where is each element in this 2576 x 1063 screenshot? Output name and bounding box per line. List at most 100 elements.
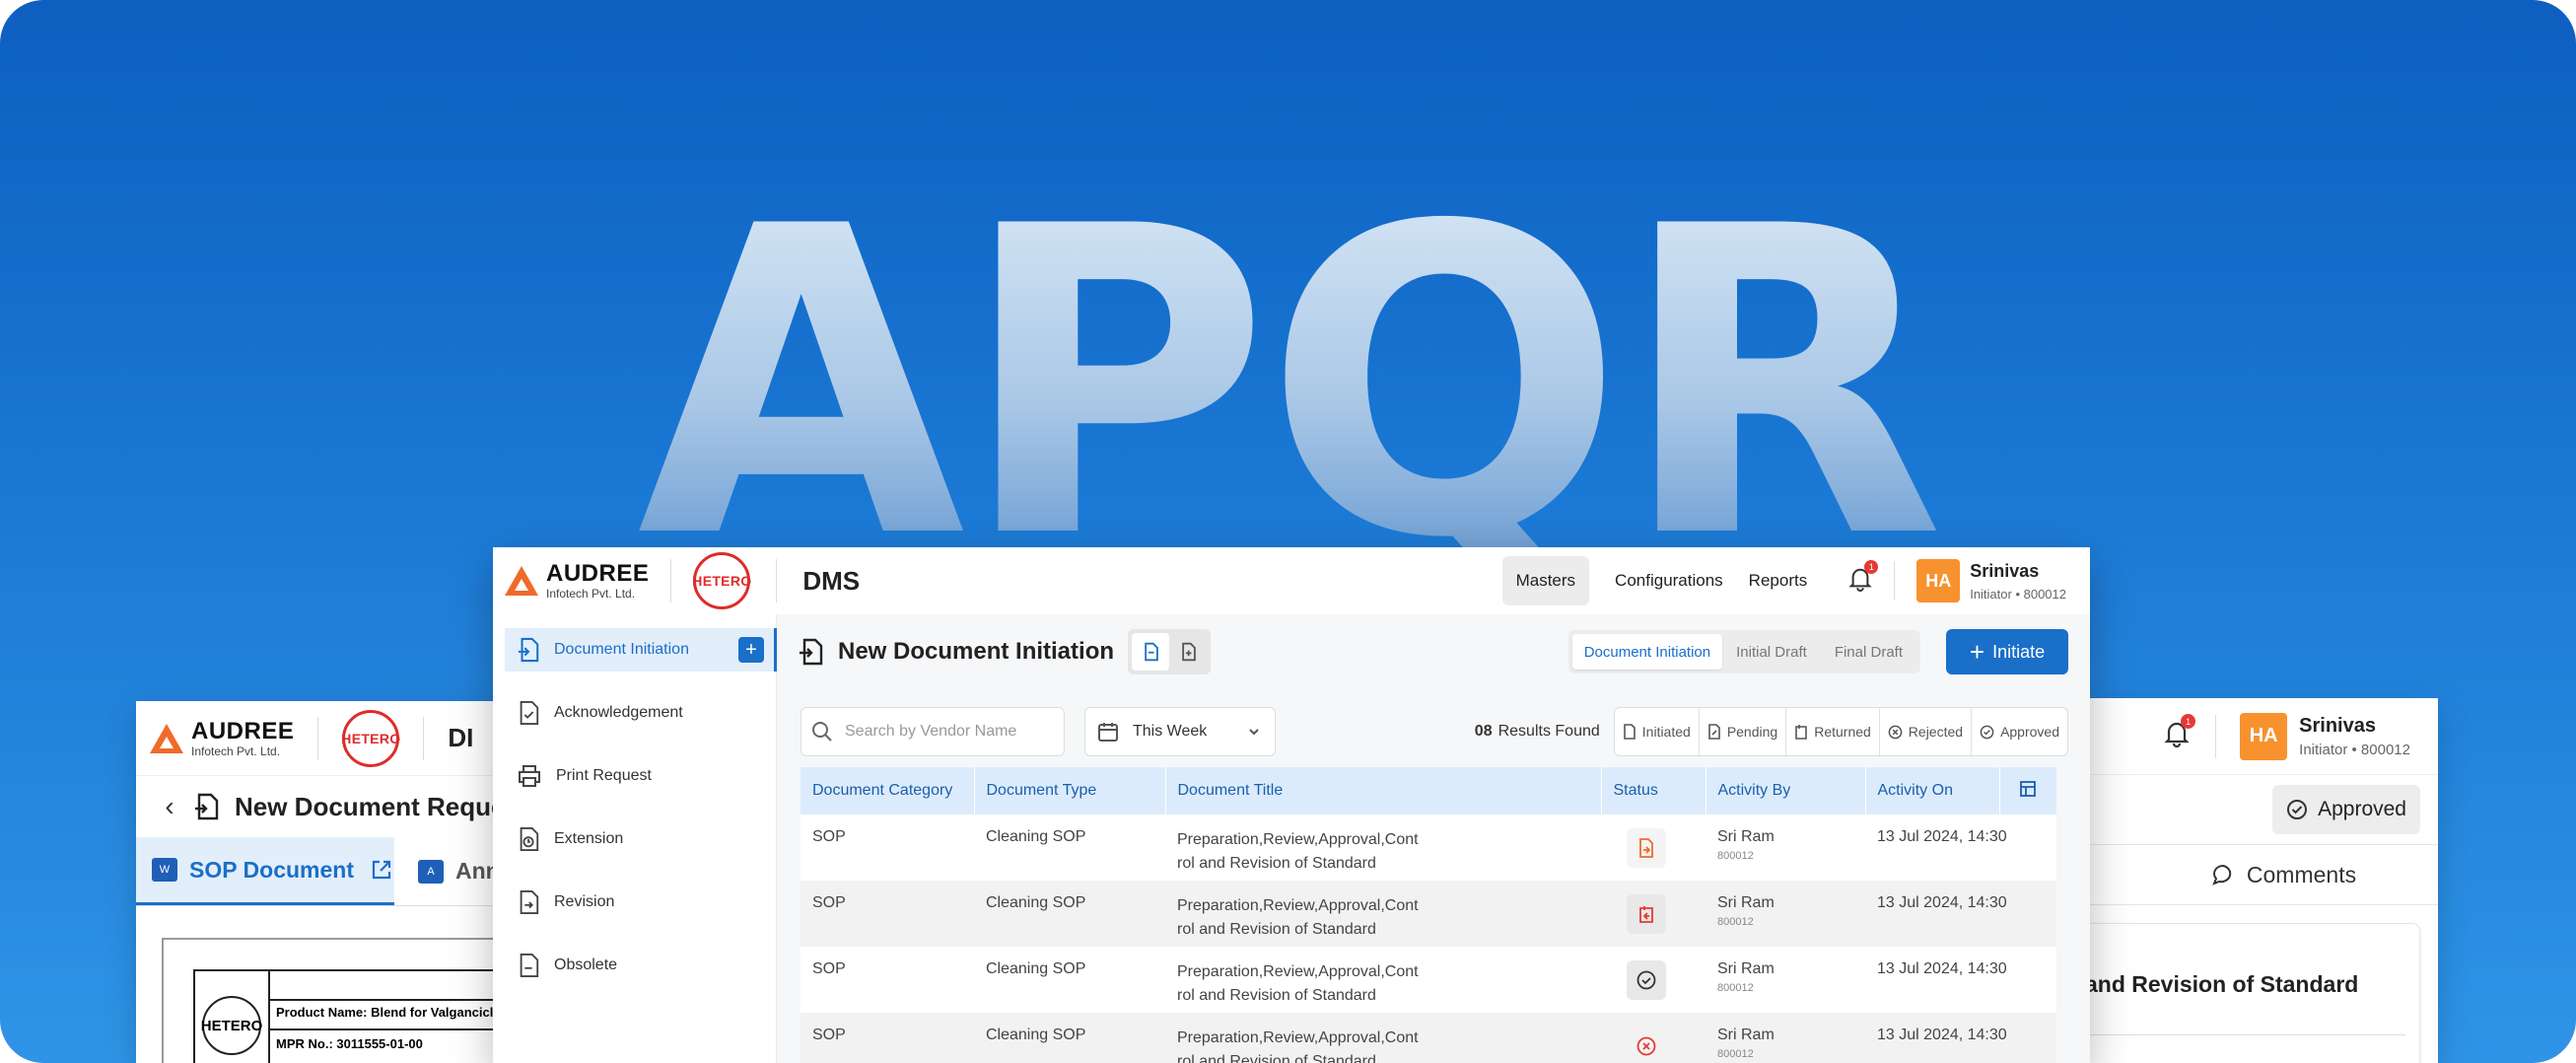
view-toggle	[1128, 629, 1212, 674]
check-circle-icon	[1980, 725, 1994, 739]
cell-category: SOP	[812, 1027, 846, 1043]
cell-activity-on: 13 Jul 2024, 14:30	[1877, 828, 2007, 845]
notification-badge: 1	[1864, 559, 1879, 574]
doc-minus-icon	[520, 954, 539, 977]
app-title: DMS	[802, 565, 861, 596]
filter-label: Returned	[1814, 724, 1871, 740]
external-link-icon[interactable]	[370, 858, 393, 882]
cell-title-line2: rol and Revision of Standard	[1177, 987, 1376, 1004]
filter-label: Rejected	[1908, 724, 1964, 740]
add-icon[interactable]: +	[738, 637, 764, 663]
initiate-button[interactable]: + Initiate	[1946, 629, 2068, 674]
audree-logo-icon	[150, 723, 183, 753]
col-activity-on[interactable]: Activity On	[1865, 767, 2000, 815]
audree-logo: AUDREE Infotech Pvt. Ltd.	[505, 562, 649, 600]
sidebar-item-revision[interactable]: Revision	[517, 881, 776, 924]
cell-activity-on: 13 Jul 2024, 14:30	[1877, 960, 2007, 977]
filter-approved[interactable]: Approved	[1972, 708, 2067, 755]
segment-initial-draft[interactable]: Initial Draft	[1722, 634, 1821, 670]
stage-segments: Document Initiation Initial Draft Final …	[1567, 630, 1920, 673]
filter-returned[interactable]: Returned	[1786, 708, 1880, 755]
x-circle-icon	[1888, 725, 1903, 739]
status-filters: Initiated Pending Returned Rejected Appr…	[1613, 707, 2068, 756]
cell-activity-by-id: 800012	[1717, 1048, 1754, 1060]
nav-configurations[interactable]: Configurations	[1589, 571, 1749, 591]
status-rejected-icon	[1627, 1027, 1666, 1063]
cell-title-line1: Preparation,Review,Approval,Cont	[1177, 963, 1419, 980]
word-icon: A	[418, 859, 444, 884]
sidebar-item-obsolete[interactable]: Obsolete	[517, 944, 776, 987]
doc-pen-icon	[1708, 724, 1720, 740]
view-initiated-button[interactable]	[1132, 633, 1170, 671]
column-settings[interactable]	[1999, 767, 2056, 815]
doc-return-icon	[1795, 725, 1808, 740]
hetero-doc-logo: HETERO	[201, 996, 262, 1055]
segment-final-draft[interactable]: Final Draft	[1821, 634, 1916, 670]
notification-bell[interactable]: 1	[2164, 714, 2196, 752]
table-row[interactable]: SOP Cleaning SOP Preparation,Review,Appr…	[801, 947, 2056, 1013]
segment-document-initiation[interactable]: Document Initiation	[1571, 634, 1723, 670]
col-document-type[interactable]: Document Type	[974, 767, 1166, 815]
col-status[interactable]: Status	[1601, 767, 1706, 815]
filter-initiated[interactable]: Initiated	[1615, 708, 1700, 755]
cell-activity-on: 13 Jul 2024, 14:30	[1877, 894, 2007, 911]
col-activity-by[interactable]: Activity By	[1706, 767, 1866, 815]
cell-category: SOP	[812, 960, 846, 977]
app-title: DI	[448, 723, 474, 752]
sidebar-item-print-request[interactable]: Print Request	[517, 754, 776, 798]
sidebar-item-document-initiation[interactable]: Document Initiation +	[505, 628, 777, 672]
avatar[interactable]: HA	[1916, 559, 1961, 602]
sidebar-item-extension[interactable]: Extension	[517, 817, 776, 861]
col-document-title[interactable]: Document Title	[1165, 767, 1602, 815]
logo-sub: Infotech Pvt. Ltd.	[546, 587, 636, 601]
audree-logo: AUDREE Infotech Pvt. Ltd.	[150, 719, 294, 758]
audree-logo-icon	[505, 566, 538, 596]
cell-activity-by: Sri Ram	[1717, 1027, 1775, 1043]
filter-bar: Search by Vendor Name This Week 08 Resul…	[801, 707, 2068, 756]
doc-refresh-icon	[520, 890, 539, 914]
tab-sop-document[interactable]: W SOP Document	[136, 837, 394, 905]
filter-pending[interactable]: Pending	[1700, 708, 1787, 755]
view-received-button[interactable]	[1169, 633, 1207, 671]
doc-received-icon	[1182, 642, 1196, 662]
word-icon: W	[152, 858, 177, 882]
table-row[interactable]: SOP Cleaning SOP Preparation,Review,Appr…	[801, 881, 2056, 947]
nav-reports[interactable]: Reports	[1749, 571, 1822, 591]
hetero-logo: HETERO	[341, 709, 400, 767]
sidebar-item-label: Print Request	[556, 767, 652, 784]
filter-label: Initiated	[1641, 724, 1691, 740]
col-document-category[interactable]: Document Category	[801, 767, 975, 815]
search-input[interactable]: Search by Vendor Name	[801, 707, 1065, 756]
cell-activity-by: Sri Ram	[1717, 828, 1775, 845]
sidebar-item-label: Acknowledgement	[554, 704, 683, 721]
tab-comments[interactable]: Comments	[2070, 844, 2438, 905]
cell-activity-on: 13 Jul 2024, 14:30	[1877, 1027, 2007, 1043]
avatar[interactable]: HA	[2240, 712, 2288, 760]
sidebar-item-label: Document Initiation	[554, 641, 689, 658]
cell-title-line2: rol and Revision of Standard	[1177, 921, 1376, 938]
table-row[interactable]: SOP Cleaning SOP Preparation,Review,Appr…	[801, 815, 2056, 881]
status-badge: Approved	[2272, 785, 2420, 834]
cell-title-line2: rol and Revision of Standard	[1177, 855, 1376, 872]
cell-type: Cleaning SOP	[986, 828, 1086, 845]
initiate-label: Initiate	[1992, 641, 2046, 662]
comments-label: Comments	[2246, 861, 2357, 887]
date-filter-value: This Week	[1133, 723, 1208, 740]
logo-sub: Infotech Pvt. Ltd.	[191, 744, 281, 758]
cell-activity-by-id: 800012	[1717, 982, 1754, 994]
notification-bell[interactable]: 1	[1848, 559, 1879, 597]
cell-activity-by-id: 800012	[1717, 850, 1754, 862]
doc-arrow-icon	[1145, 642, 1158, 662]
doc-check-icon	[520, 701, 539, 725]
date-filter[interactable]: This Week	[1084, 707, 1276, 756]
nav-masters[interactable]: Masters	[1501, 556, 1590, 605]
cell-category: SOP	[812, 828, 846, 845]
sidebar-item-acknowledgement[interactable]: Acknowledgement	[517, 691, 776, 735]
doc-arrow-icon	[518, 637, 539, 663]
doc-arrow-icon	[195, 793, 219, 820]
doc-icon	[1623, 724, 1636, 740]
back-icon[interactable]: ‹	[158, 791, 181, 822]
filter-rejected[interactable]: Rejected	[1880, 708, 1973, 755]
tab-annexure[interactable]: A Ann	[394, 837, 500, 905]
table-row[interactable]: SOP Cleaning SOP Preparation,Review,Appr…	[801, 1013, 2056, 1063]
